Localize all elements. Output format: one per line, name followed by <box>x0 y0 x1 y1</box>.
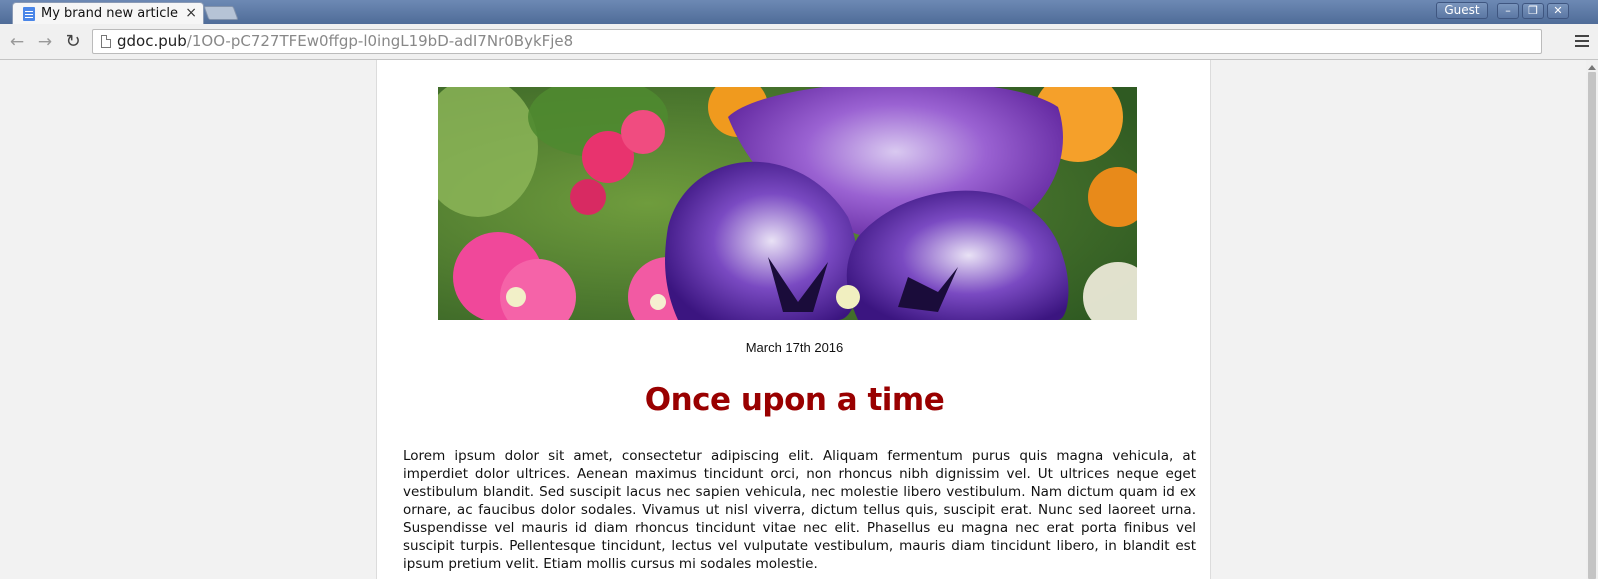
scrollbar-thumb[interactable] <box>1588 72 1596 579</box>
article-date: March 17th 2016 <box>745 340 844 355</box>
url-text[interactable]: gdoc.pub/1OO-pC727TFEw0ffgp-l0ingL19bD-a… <box>117 32 573 50</box>
forward-arrow-icon[interactable]: → <box>34 31 56 53</box>
vertical-scrollbar[interactable] <box>1586 60 1598 579</box>
page-icon <box>101 35 111 48</box>
hamburger-menu-icon[interactable] <box>1575 35 1589 47</box>
scroll-up-arrow-icon[interactable] <box>1588 65 1596 70</box>
page-viewport: March 17th 2016 Once upon a time Lorem i… <box>0 60 1598 579</box>
browser-toolbar: ← → ↻ gdoc.pub/1OO-pC727TFEw0ffgp-l0ingL… <box>0 24 1598 60</box>
tab-close-icon[interactable]: × <box>185 5 197 21</box>
back-arrow-icon[interactable]: ← <box>6 31 28 53</box>
url-path: /1OO-pC727TFEw0ffgp-l0ingL19bD-adI7Nr0By… <box>186 32 574 50</box>
article-body-paragraph: Lorem ipsum dolor sit amet, consectetur … <box>403 448 1196 572</box>
close-window-icon[interactable]: ✕ <box>1547 3 1569 19</box>
url-host: gdoc.pub <box>117 32 187 50</box>
article-page: March 17th 2016 Once upon a time Lorem i… <box>376 60 1211 579</box>
article-title: Once upon a time <box>644 382 945 418</box>
minimize-icon[interactable]: – <box>1497 3 1519 19</box>
new-tab-button[interactable] <box>203 6 239 20</box>
hero-image-flowers <box>438 87 1137 320</box>
address-bar[interactable]: gdoc.pub/1OO-pC727TFEw0ffgp-l0ingL19bD-a… <box>92 29 1542 54</box>
restore-icon[interactable]: ❐ <box>1522 3 1544 19</box>
tab-title: My brand new article <box>41 6 179 21</box>
window-titlebar: My brand new article × Guest – ❐ ✕ <box>0 0 1598 24</box>
guest-profile-button[interactable]: Guest <box>1436 2 1488 19</box>
browser-tab[interactable]: My brand new article × <box>12 2 204 24</box>
google-docs-icon <box>23 7 35 21</box>
reload-icon[interactable]: ↻ <box>62 31 84 53</box>
